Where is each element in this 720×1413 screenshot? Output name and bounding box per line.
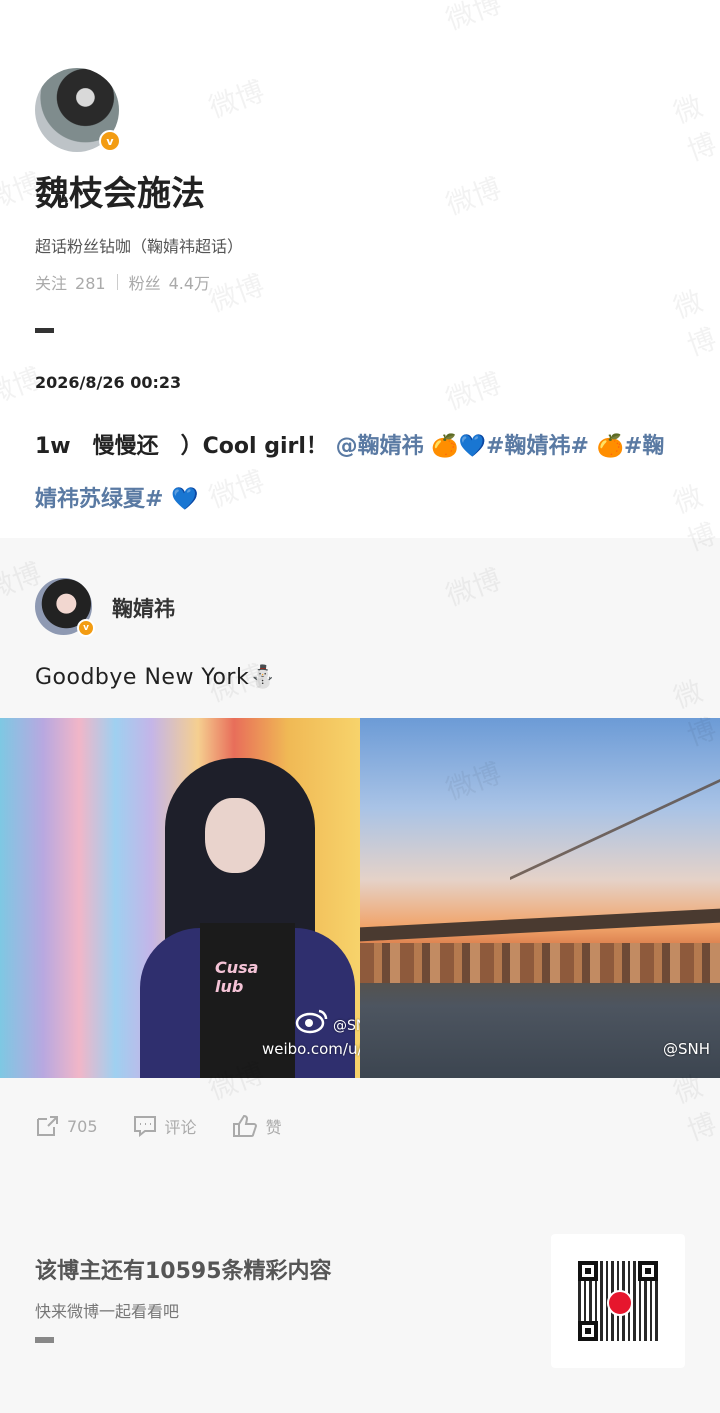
weibo-logo-icon bbox=[295, 1008, 329, 1038]
photo-credit: @SN bbox=[333, 1018, 360, 1034]
repost-count: 705 bbox=[67, 1116, 98, 1136]
section-divider bbox=[35, 1337, 54, 1343]
post-photo[interactable]: Cusa lub @SN weibo.com/u/ bbox=[0, 718, 360, 1078]
weibo-logo-icon bbox=[607, 1290, 633, 1316]
photo-credit-url: weibo.com/u/ bbox=[262, 1040, 360, 1058]
profile-header: v 魏枝会施法 超话粉丝钻咖（鞠婧祎超话） 关注 281 粉丝 4.4万 2026/… bbox=[0, 0, 720, 538]
hashtag-link[interactable]: #鞠婧祎# bbox=[486, 434, 589, 459]
following-label: 关注 bbox=[35, 274, 68, 293]
comment-icon bbox=[133, 1116, 156, 1137]
avatar[interactable]: v bbox=[35, 68, 121, 152]
like-label: 赞 bbox=[265, 1118, 282, 1137]
like-button[interactable]: 赞 bbox=[232, 1114, 282, 1138]
following-count: 281 bbox=[75, 274, 106, 293]
promo-title: 该博主还有10595条精彩内容 bbox=[35, 1259, 332, 1284]
qr-code[interactable] bbox=[551, 1234, 685, 1368]
photo-credit: @SNH bbox=[663, 1040, 711, 1058]
photo-skyline bbox=[360, 943, 720, 983]
post-photo[interactable]: @SNH bbox=[360, 718, 720, 1078]
promo-subtitle: 快来微博一起看看吧 bbox=[35, 1302, 180, 1321]
post-text-prefix: 1w 慢慢还 ）Cool girl！ bbox=[35, 434, 328, 459]
stats-divider bbox=[116, 274, 118, 290]
followers-stat[interactable]: 粉丝 4.4万 bbox=[129, 270, 210, 294]
profile-stats: 关注 281 粉丝 4.4万 bbox=[35, 270, 210, 294]
retweet-author[interactable]: 鞠婧祎 bbox=[112, 593, 175, 623]
repost-button[interactable]: 705 bbox=[35, 1115, 98, 1137]
following-stat[interactable]: 关注 281 bbox=[35, 270, 106, 294]
qr-finder bbox=[578, 1261, 598, 1281]
emoji: 💙 bbox=[171, 487, 199, 512]
mention-link[interactable]: @鞠婧祎 bbox=[336, 434, 424, 459]
emoji: 🍊 bbox=[596, 434, 624, 459]
verified-badge-icon: v bbox=[99, 130, 121, 152]
post-date: 2026/8/26 00:23 bbox=[35, 373, 182, 392]
share-icon bbox=[37, 1116, 58, 1136]
post-actions: 705 评论 赞 bbox=[35, 1114, 317, 1138]
photo-face bbox=[205, 798, 265, 873]
thumbs-up-icon bbox=[232, 1114, 257, 1137]
post-text: 1w 慢慢还 ）Cool girl！ @鞠婧祎 🍊💙#鞠婧祎# 🍊#鞠婧祎苏绿夏… bbox=[35, 420, 685, 526]
verified-badge-icon: v bbox=[77, 619, 95, 637]
followers-count: 4.4万 bbox=[168, 274, 211, 293]
photo-shirt-print: Cusa lub bbox=[215, 958, 259, 996]
comment-button[interactable]: 评论 bbox=[133, 1114, 197, 1138]
qr-finder bbox=[578, 1321, 598, 1341]
qr-finder bbox=[638, 1261, 658, 1281]
followers-label: 粉丝 bbox=[128, 274, 161, 293]
emoji: 🍊💙 bbox=[431, 434, 487, 459]
retweet-text: Goodbye New York⛄ bbox=[35, 665, 278, 690]
retweet-avatar[interactable]: v bbox=[35, 578, 95, 637]
profile-title: 超话粉丝钻咖（鞠婧祎超话） bbox=[35, 237, 244, 256]
comment-label: 评论 bbox=[164, 1118, 197, 1137]
profile-name[interactable]: 魏枝会施法 bbox=[35, 166, 205, 215]
app-promo-footer: 该博主还有10595条精彩内容 快来微博一起看看吧 bbox=[0, 1173, 720, 1413]
retweeted-post[interactable]: v 鞠婧祎 Goodbye New York⛄ Cusa lub @SN wei… bbox=[0, 538, 720, 1173]
section-divider bbox=[35, 328, 54, 333]
